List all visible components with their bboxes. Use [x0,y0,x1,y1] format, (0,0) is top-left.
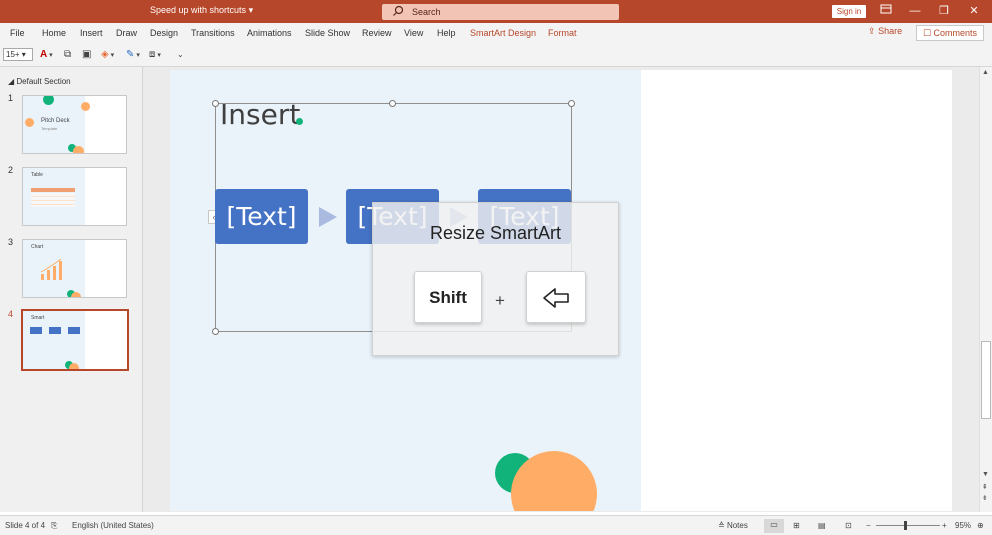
shape-outline-icon[interactable]: ✎ ▾ [126,48,140,62]
tab-file[interactable]: File [10,28,25,38]
slide-number: 4 [8,309,14,319]
search-icon [392,5,404,19]
tab-help[interactable]: Help [437,28,456,38]
status-bar: Slide 4 of 4 ⎘ English (United States) ≙… [0,515,992,535]
ribbon-tabs: File Home Insert Draw Design Transitions… [0,23,992,43]
tab-insert[interactable]: Insert [80,28,103,38]
comment-icon: ☐ [922,28,932,38]
left-arrow-key-icon [526,271,586,323]
close-button[interactable]: ✕ [964,3,984,19]
slide-thumbnail-1[interactable]: Pitch Deck Template [22,95,127,154]
slide-thumbnail-3[interactable]: Chart [22,239,127,298]
text-box-icon[interactable]: ▣ [82,48,91,62]
scroll-down-icon[interactable]: ▼ [982,471,989,478]
resize-handle[interactable] [212,100,219,107]
resize-handle[interactable] [212,328,219,335]
comments-button[interactable]: ☐ Comments [916,25,984,41]
smartart-arrow-1 [319,207,337,227]
tab-transitions[interactable]: Transitions [191,28,235,38]
zoom-out-icon[interactable]: − [866,521,871,530]
tab-slide-show[interactable]: Slide Show [305,28,350,38]
shape-fill-icon[interactable]: ◈ ▾ [101,48,114,62]
slide-sorter-icon[interactable]: ⊞ [793,521,800,530]
zoom-slider[interactable] [876,525,940,526]
tab-animations[interactable]: Animations [247,28,292,38]
plus-sign: + [495,291,505,310]
slide-number: 2 [8,165,14,175]
section-header[interactable]: ◢ Default Section [8,77,71,86]
scroll-up-icon[interactable]: ▲ [982,69,989,76]
font-size-dropdown[interactable]: 15+ ▾ [3,48,33,61]
slide-thumbnail-2[interactable]: Table [22,167,127,226]
minimize-button[interactable]: — [905,3,925,19]
shortcut-label: Resize SmartArt [429,223,562,243]
copy-format-icon[interactable]: ⧉ [64,48,71,62]
arrange-icon[interactable]: ⧈ ▾ [149,48,161,62]
vertical-scrollbar[interactable]: ▲ ▼ ⇞ ⇟ [979,67,992,512]
search-box[interactable]: Search [382,4,619,20]
ribbon-toolbar: 15+ ▾ A ▾ ⧉ ▣ ◈ ▾ ✎ ▾ ⧈ ▾ ⌄ [0,43,992,67]
language-indicator[interactable]: English (United States) [72,521,154,530]
share-icon: ⇪ [868,26,876,36]
slide-thumbnails-pane: ◢ Default Section 1 Pitch Deck Template … [0,67,143,512]
tab-view[interactable]: View [404,28,423,38]
reading-view-icon[interactable]: ▤ [818,521,826,530]
font-color-icon[interactable]: A ▾ [40,48,53,62]
fit-to-window-icon[interactable]: ⊕ [977,521,984,530]
tab-home[interactable]: Home [42,28,66,38]
quick-access-shortcuts[interactable]: Speed up with shortcuts ▾ [150,5,253,16]
resize-handle[interactable] [568,100,575,107]
notes-button[interactable]: ≙ Notes [718,521,748,530]
shortcut-overlay: Resize SmartArt Shift + [372,202,619,356]
tab-design[interactable]: Design [150,28,178,38]
share-button[interactable]: ⇪ Share [868,26,902,40]
scrollbar-thumb[interactable] [981,341,991,419]
zoom-in-icon[interactable]: + [942,521,947,530]
slide-counter: Slide 4 of 4 [5,521,46,530]
restore-button[interactable]: ❐ [934,3,954,19]
zoom-level[interactable]: 95% [955,521,971,530]
slideshow-icon[interactable]: ⊡ [845,521,852,530]
tab-review[interactable]: Review [362,28,392,38]
next-slide-icon[interactable]: ⇟ [982,494,988,502]
previous-slide-icon[interactable]: ⇞ [982,483,988,491]
tab-smartart-design[interactable]: SmartArt Design [470,28,536,38]
zoom-slider-thumb[interactable] [904,521,907,530]
sign-in-button[interactable]: Sign in [832,5,866,18]
slide-number: 3 [8,237,14,247]
tab-format[interactable]: Format [548,28,577,38]
smartart-box-1[interactable]: [Text] [215,189,308,244]
search-placeholder: Search [412,7,441,17]
slide-thumbnail-4[interactable]: Smart [21,309,129,371]
title-bar: Speed up with shortcuts ▾ Search Sign in… [0,0,992,23]
resize-handle[interactable] [389,100,396,107]
normal-view-icon[interactable]: ▭ [764,519,784,533]
shift-key: Shift [414,271,482,323]
customize-toolbar-icon[interactable]: ⌄ [177,48,184,62]
ribbon-display-icon[interactable] [876,3,896,19]
slide-number: 1 [8,93,14,103]
powerpoint-window: Speed up with shortcuts ▾ Search Sign in… [0,0,992,535]
tab-draw[interactable]: Draw [116,28,137,38]
accessibility-icon[interactable]: ⎘ [51,521,57,531]
